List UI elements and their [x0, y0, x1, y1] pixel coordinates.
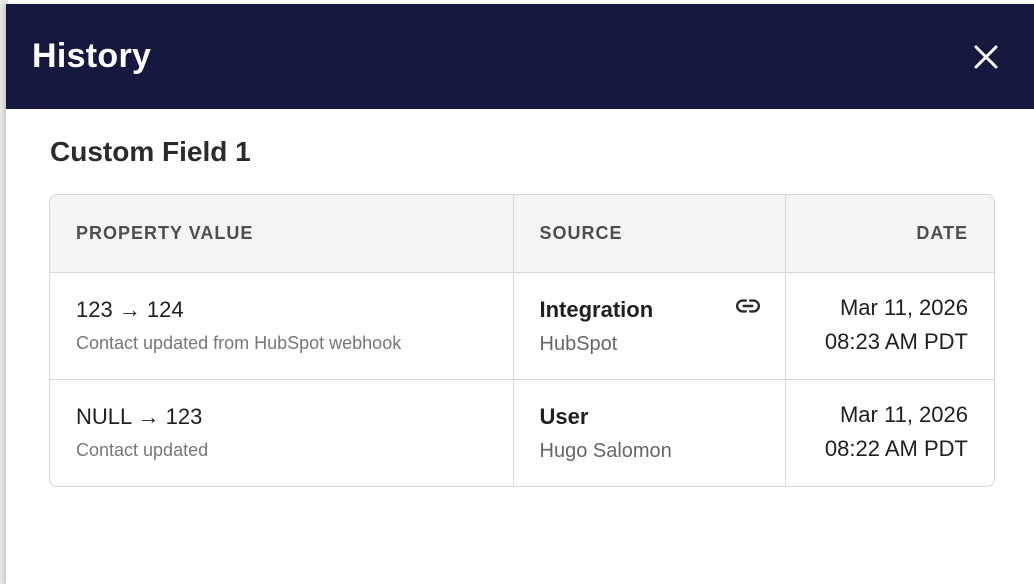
change-date: Mar 11, 2026 — [839, 294, 968, 320]
value-change: 123 → 124 — [76, 296, 184, 322]
column-header-date: DATE — [784, 195, 994, 273]
table-row: NULL → 123 Contact updated User Hugo Sal… — [50, 378, 994, 486]
column-header-source: SOURCE — [512, 195, 785, 273]
date-cell: Mar 11, 2026 08:23 AM PDT — [784, 272, 994, 379]
change-note: Contact updated from HubSpot webhook — [76, 332, 402, 353]
column-header-property-value: PROPERTY VALUE — [50, 195, 513, 273]
field-name: Custom Field 1 — [50, 136, 251, 167]
source-type: User — [539, 403, 589, 429]
table-header-row: PROPERTY VALUE SOURCE DATE — [50, 195, 994, 273]
table-row: 123 → 124 Contact updated from HubSpot w… — [50, 272, 994, 379]
modal-header: History — [6, 4, 1034, 109]
source-cell: User Hugo Salomon — [512, 378, 785, 486]
source-name: Hugo Salomon — [539, 439, 672, 462]
source-type: Integration — [539, 296, 654, 322]
source-cell: Integration HubSpot — [512, 272, 785, 379]
change-time: 08:22 AM PDT — [824, 435, 968, 461]
modal-title: History — [32, 37, 152, 75]
history-table: PROPERTY VALUE SOURCE DATE 123 → 124 Con… — [49, 194, 995, 487]
change-note: Contact updated — [76, 439, 209, 460]
date-cell: Mar 11, 2026 08:22 AM PDT — [784, 378, 994, 486]
property-value-cell: NULL → 123 Contact updated — [50, 378, 513, 486]
close-icon — [974, 45, 998, 68]
history-modal: History Custom Field 1 PROPERTY VALUE SO… — [6, 4, 1034, 584]
source-name: HubSpot — [539, 332, 618, 355]
change-date: Mar 11, 2026 — [839, 401, 968, 427]
screen: History Custom Field 1 PROPERTY VALUE SO… — [0, 0, 1034, 584]
link-icon[interactable] — [735, 293, 761, 319]
property-value-cell: 123 → 124 Contact updated from HubSpot w… — [50, 272, 513, 379]
change-time: 08:23 AM PDT — [824, 328, 968, 354]
close-button[interactable] — [966, 37, 1006, 77]
value-change: NULL → 123 — [76, 403, 203, 429]
